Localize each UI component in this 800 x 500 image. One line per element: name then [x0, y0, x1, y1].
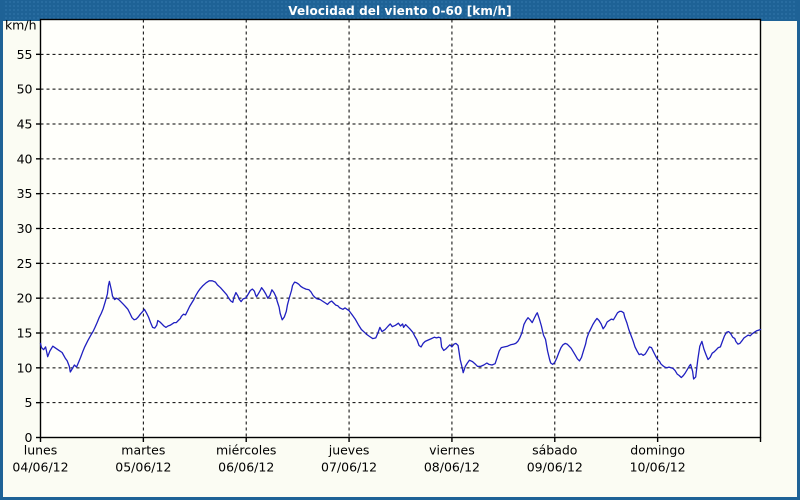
y-tick-label: 45 — [17, 117, 33, 132]
x-weekday-label: lunes — [24, 443, 58, 458]
y-tick-label: 30 — [17, 221, 33, 236]
y-tick-label: 10 — [17, 360, 33, 375]
x-weekday-label: domingo — [630, 443, 685, 458]
y-tick-label: 15 — [17, 326, 33, 341]
x-weekday-label: viernes — [429, 443, 475, 458]
y-tick-label: 20 — [17, 291, 33, 306]
y-axis-unit-label: km/h — [5, 18, 37, 33]
y-tick-label: 25 — [17, 256, 33, 271]
x-weekday-label: sábado — [532, 443, 577, 458]
x-date-label: 04/06/12 — [12, 460, 68, 475]
y-tick-label: 35 — [17, 186, 33, 201]
x-date-label: 08/06/12 — [424, 460, 480, 475]
x-date-label: 06/06/12 — [218, 460, 274, 475]
x-weekday-label: martes — [121, 443, 165, 458]
x-date-label: 09/06/12 — [527, 460, 583, 475]
y-tick-label: 5 — [25, 395, 33, 410]
x-date-label: 07/06/12 — [321, 460, 377, 475]
x-weekday-label: jueves — [328, 443, 370, 458]
x-date-label: 05/06/12 — [115, 460, 171, 475]
x-date-label: 10/06/12 — [630, 460, 686, 475]
wind-speed-line-chart: 0510152025303540455055km/hlunes04/06/12m… — [5, 18, 762, 475]
y-tick-label: 40 — [17, 151, 33, 166]
y-tick-label: 50 — [17, 82, 33, 97]
wind-speed-chart-window: Velocidad del viento 0-60 [km/h] 0 5 10 15 2… — [0, 0, 800, 500]
x-weekday-label: miércoles — [216, 443, 276, 458]
y-tick-label: 55 — [17, 47, 33, 62]
